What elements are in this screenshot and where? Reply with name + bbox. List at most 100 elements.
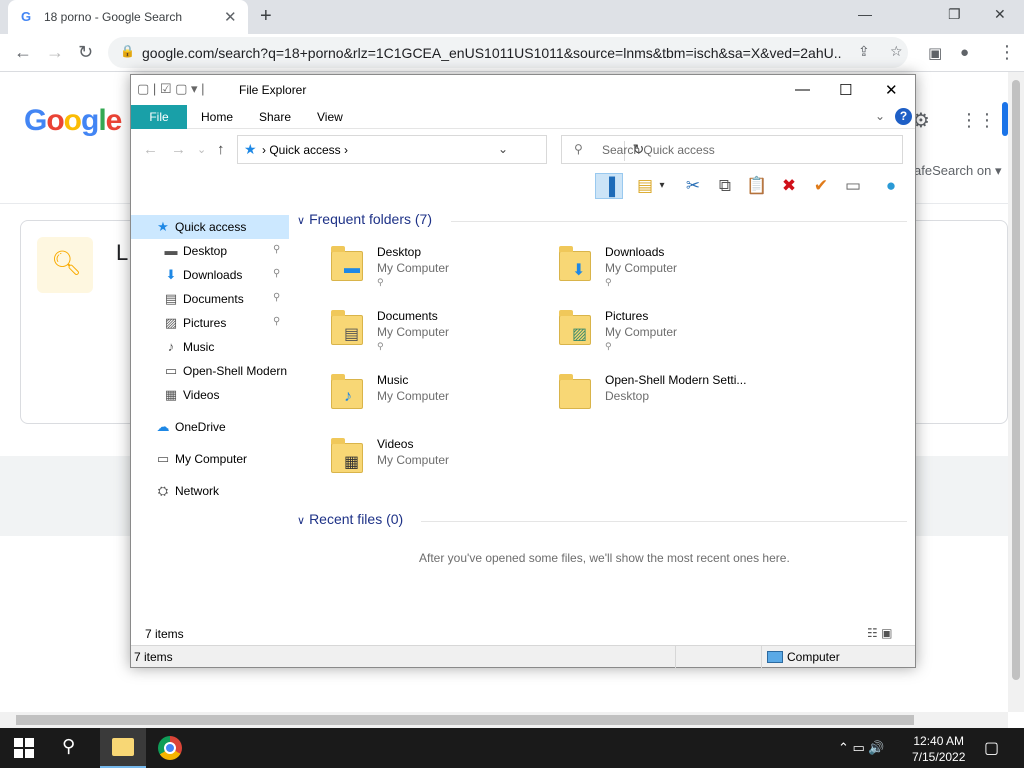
safesearch-toggle[interactable]: afeSearch on ▾ (914, 163, 1001, 179)
nav-item-pictures[interactable]: ▨ Pictures ⚲ (131, 311, 289, 335)
email-icon[interactable]: ▭ (839, 173, 867, 199)
folder-tile[interactable]: ▤ Documents My Computer ⚲ (331, 309, 541, 367)
side-panel-icon[interactable]: ▣ (928, 44, 942, 62)
folder-tile[interactable]: ▨ Pictures My Computer ⚲ (559, 309, 769, 367)
delete-icon[interactable]: ✖ (775, 173, 803, 199)
nav-item-quick-access[interactable]: ★ Quick access (131, 215, 289, 239)
explorer-maximize-icon[interactable]: ☐ (839, 81, 852, 99)
tab-share[interactable]: Share (259, 110, 291, 124)
breadcrumb[interactable]: › Quick access › (262, 143, 348, 157)
back-icon[interactable]: ← (14, 42, 32, 63)
command-toolbar: ▐ ▤ ▾ ✂ ⧉ 📋 ✖ ✔ ▭ ● (591, 171, 915, 201)
nav-item-desktop[interactable]: ▬ Desktop ⚲ (131, 239, 289, 263)
clock[interactable]: 12:40 AM 7/15/2022 (912, 733, 965, 765)
url-text[interactable]: google.com/search?q=18+porno&rlz=1C1GCEA… (142, 45, 842, 61)
system-tray-icons[interactable]: ⌃ ▭ 🔊 (838, 740, 885, 756)
logo-letter: l (98, 104, 106, 137)
folder-name: Pictures (605, 309, 649, 323)
ribbon-expand-icon[interactable]: ⌄ (875, 109, 885, 123)
documents-icon: ▤ (164, 291, 178, 306)
horizontal-scroll-thumb[interactable] (16, 715, 914, 725)
folder-location: My Computer (377, 325, 450, 339)
quick-access-toolbar[interactable]: ▢ | ☑ ▢ ▾ | (137, 81, 205, 97)
notifications-icon[interactable]: ▢ (984, 738, 999, 758)
new-folder-dropdown-icon[interactable]: ▾ (655, 173, 669, 199)
browser-toolbar: ← → ↻ 🔒 google.com/search?q=18+porno&rlz… (0, 34, 1024, 72)
folder-tile[interactable]: Open-Shell Modern Setti... Desktop (559, 373, 769, 431)
downloads-icon: ⬇ (165, 267, 177, 282)
folder-tile[interactable]: ▦ Videos My Computer (331, 437, 541, 495)
recent-locations-icon[interactable]: ⌄ (197, 143, 206, 156)
start-windows-icon[interactable] (14, 738, 34, 758)
paste-icon[interactable]: 📋 (743, 173, 771, 199)
view-toggle-icons[interactable]: ☷ ▣ (867, 626, 892, 640)
chrome-menu-icon[interactable]: ⋮ (998, 42, 1016, 63)
address-bar[interactable]: 🔒 google.com/search?q=18+porno&rlz=1C1GC… (108, 37, 908, 68)
vertical-scroll-thumb[interactable] (1012, 80, 1020, 680)
taskbar-chrome-icon[interactable] (158, 736, 182, 760)
cut-icon[interactable]: ✂ (679, 173, 707, 199)
nav-item-open-shell-modern[interactable]: ▭ Open-Shell Modern (131, 359, 289, 383)
tab-file[interactable]: File (131, 105, 187, 129)
minimize-icon[interactable]: — (858, 6, 872, 22)
folder-tile[interactable]: ▬ Desktop My Computer ⚲ (331, 245, 541, 303)
nav-item-my-computer[interactable]: ▭ My Computer (131, 447, 289, 471)
browser-tab[interactable]: G 18 porno - Google Search ✕ (8, 0, 248, 34)
restore-icon[interactable]: ❐ (948, 6, 961, 23)
taskbar-file-explorer-button[interactable] (100, 728, 146, 768)
tab-title: 18 porno - Google Search (44, 10, 183, 24)
shell-orb-icon[interactable]: ● (877, 173, 905, 199)
network-icon: ⛭ (157, 483, 169, 498)
nav-item-documents[interactable]: ▤ Documents ⚲ (131, 287, 289, 311)
search-tile[interactable]: 🔍︎ (37, 237, 93, 293)
explorer-search-input[interactable]: ⚲ Search Quick access (561, 135, 903, 164)
explorer-minimize-icon[interactable]: — (795, 81, 810, 98)
nav-item-label: Downloads (183, 268, 243, 282)
nav-up-icon[interactable]: ↑ (217, 141, 225, 158)
profile-icon[interactable]: ● (960, 44, 969, 61)
reload-icon[interactable]: ↻ (78, 42, 93, 63)
preview-pane-icon[interactable]: ▐ (595, 173, 623, 199)
pin-icon: ⚲ (605, 341, 612, 351)
quick-access-icon: ★ (157, 219, 169, 234)
copy-icon[interactable]: ⧉ (711, 173, 739, 199)
nav-item-music[interactable]: ♪ Music (131, 335, 289, 359)
tab-home[interactable]: Home (201, 110, 233, 124)
help-icon[interactable]: ? (895, 108, 912, 125)
new-tab-button[interactable]: + (260, 5, 272, 28)
taskbar-search-icon[interactable]: ⚲ (62, 736, 75, 757)
folder-tile[interactable]: ⬇ Downloads My Computer ⚲ (559, 245, 769, 303)
frequent-folders-header[interactable]: ∨ Frequent folders (7) (297, 211, 432, 227)
nav-item-downloads[interactable]: ⬇ Downloads ⚲ (131, 263, 289, 287)
bottom-items-count: 7 items (134, 650, 173, 664)
nav-item-label: Documents (183, 292, 244, 306)
window-close-icon[interactable]: ✕ (994, 6, 1006, 23)
explorer-address-bar[interactable]: ★ › Quick access › ⌄ ↻ (237, 135, 644, 164)
properties-check-icon[interactable]: ✔ (807, 173, 835, 199)
explorer-close-icon[interactable]: ✕ (885, 81, 898, 99)
divider (421, 521, 907, 522)
explorer-status-bar: 7 items Computer (131, 645, 915, 668)
nav-item-videos[interactable]: ▦ Videos (131, 383, 289, 407)
address-dropdown-icon[interactable]: ⌄ (498, 142, 508, 156)
folder-tile[interactable]: ♪ Music My Computer (331, 373, 541, 431)
tab-close-icon[interactable]: ✕ (224, 8, 237, 26)
pictures-icon: ▨ (164, 315, 178, 330)
nav-back-icon[interactable]: ← (143, 141, 158, 158)
folder-location: My Computer (377, 261, 450, 275)
forward-icon[interactable]: → (46, 42, 64, 63)
folder-location: My Computer (377, 389, 450, 403)
window-title: File Explorer (239, 83, 307, 97)
google-logo[interactable]: Google (24, 104, 122, 138)
nav-item-onedrive[interactable]: ☁ OneDrive (131, 415, 289, 439)
collapse-chevron-icon: ∨ (297, 215, 306, 227)
nav-item-network[interactable]: ⛭ Network (131, 479, 289, 503)
nav-forward-icon[interactable]: → (171, 141, 186, 158)
pin-icon: ⚲ (273, 244, 281, 255)
clock-time: 12:40 AM (913, 734, 965, 748)
tab-view[interactable]: View (317, 110, 343, 124)
share-icon[interactable]: ⇪ (858, 43, 870, 60)
bookmark-star-icon[interactable]: ☆ (890, 43, 903, 60)
recent-files-header[interactable]: ∨ Recent files (0) (297, 511, 403, 527)
folder-icon: ▨ (559, 310, 591, 345)
